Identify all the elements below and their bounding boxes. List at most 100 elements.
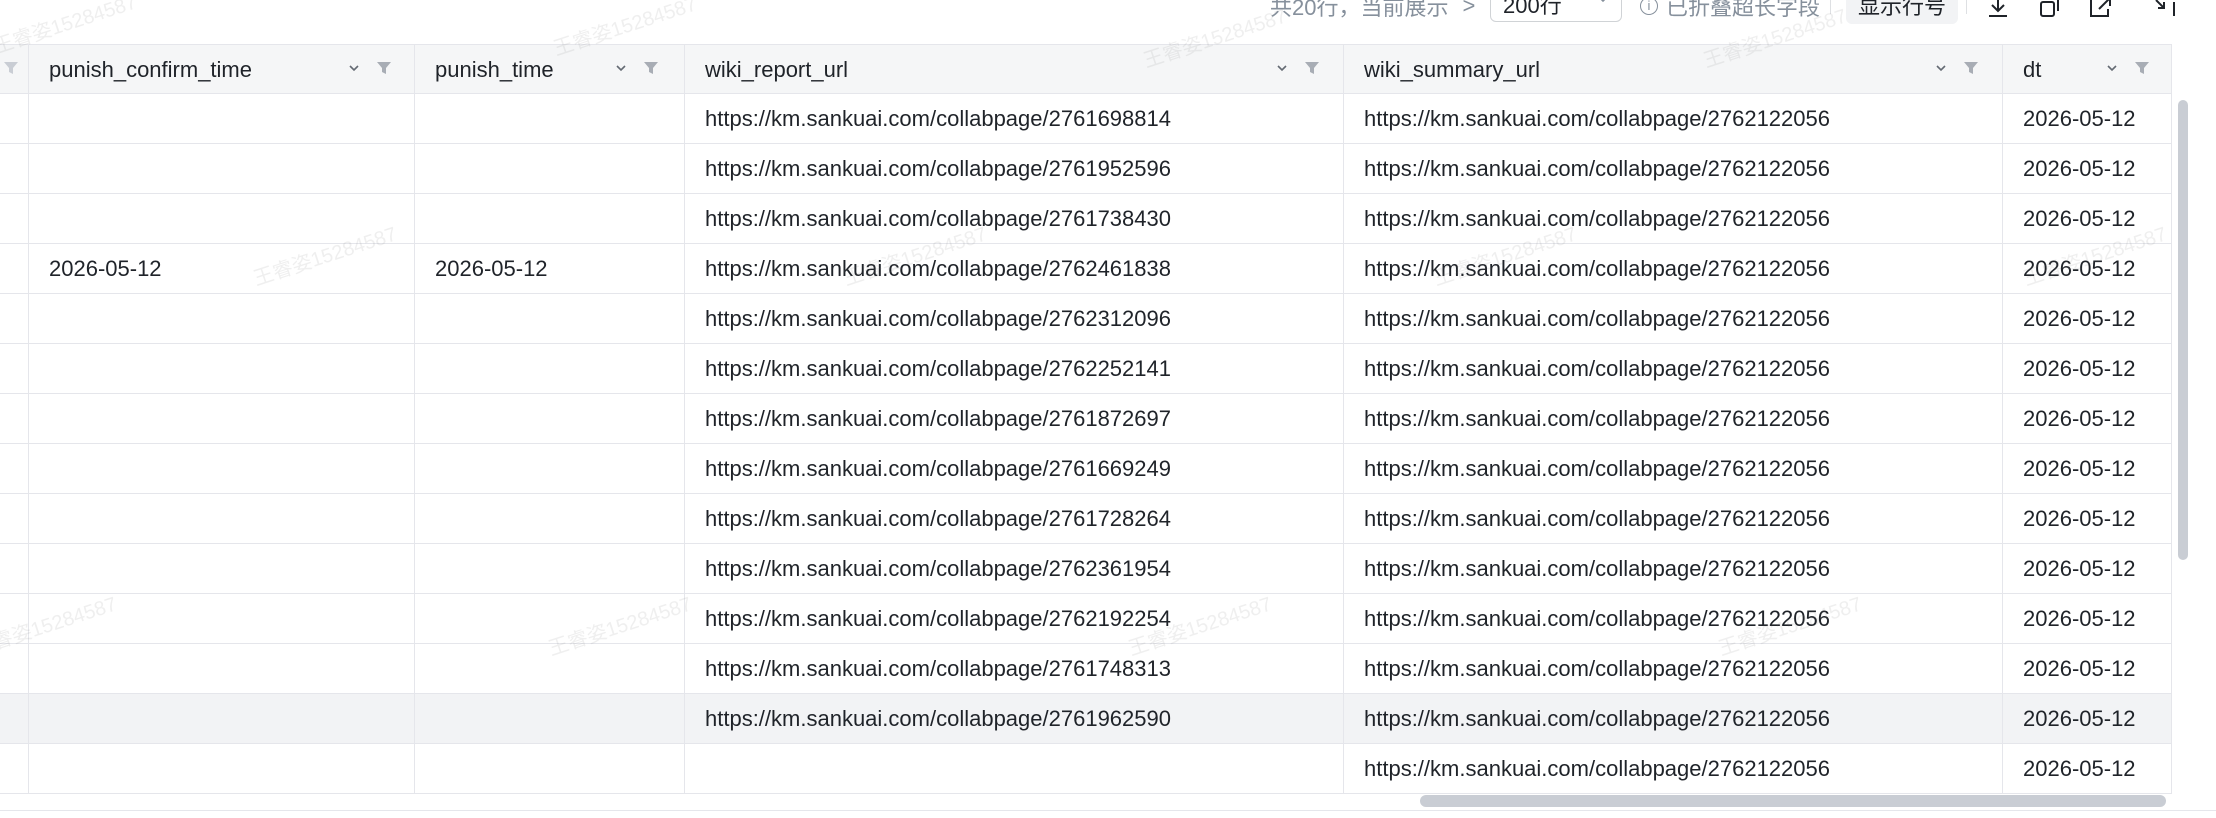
table-cell-punish-time[interactable] [415, 194, 685, 243]
filter-icon[interactable] [1303, 59, 1321, 77]
table-cell-wiki-report-url[interactable]: https://km.sankuai.com/collabpage/276246… [685, 244, 1344, 293]
table-cell-dt[interactable]: 2026-05-12 [2003, 194, 2172, 243]
table-cell-dt[interactable]: 2026-05-12 [2003, 244, 2172, 293]
table-cell-wiki-report-url[interactable]: https://km.sankuai.com/collabpage/276196… [685, 694, 1344, 743]
show-row-number-button[interactable]: 显示行号 [1846, 0, 1959, 24]
vertical-scrollbar-thumb[interactable] [2178, 100, 2188, 560]
table-cell-dt[interactable]: 2026-05-12 [2003, 494, 2172, 543]
table-cell-wiki-summary-url[interactable]: https://km.sankuai.com/collabpage/276212… [1344, 244, 2003, 293]
chevron-down-icon[interactable] [2105, 61, 2119, 75]
table-cell-punish-time[interactable] [415, 144, 685, 193]
table-cell-dt[interactable]: 2026-05-12 [2003, 444, 2172, 493]
table-cell-wiki-summary-url[interactable]: https://km.sankuai.com/collabpage/276212… [1344, 394, 2003, 443]
header-punish-confirm-time[interactable]: punish_confirm_time [29, 45, 415, 93]
table-cell-wiki-summary-url[interactable]: https://km.sankuai.com/collabpage/276212… [1344, 494, 2003, 543]
table-row[interactable]: https://km.sankuai.com/collabpage/276166… [0, 444, 2172, 494]
table-cell-punish-confirm-time[interactable] [29, 494, 415, 543]
table-cell-punish-time[interactable] [415, 544, 685, 593]
chevron-down-icon[interactable] [614, 61, 628, 75]
table-cell-punish-time[interactable]: 2026-05-12 [415, 244, 685, 293]
table-cell-wiki-summary-url[interactable]: https://km.sankuai.com/collabpage/276212… [1344, 694, 2003, 743]
table-cell-wiki-summary-url[interactable]: https://km.sankuai.com/collabpage/276212… [1344, 444, 2003, 493]
table-row[interactable]: https://km.sankuai.com/collabpage/276231… [0, 294, 2172, 344]
table-cell-wiki-summary-url[interactable]: https://km.sankuai.com/collabpage/276212… [1344, 194, 2003, 243]
table-row[interactable]: https://km.sankuai.com/collabpage/276172… [0, 494, 2172, 544]
table-cell-punish-time[interactable] [415, 694, 685, 743]
table-cell-wiki-summary-url[interactable]: https://km.sankuai.com/collabpage/276212… [1344, 144, 2003, 193]
table-cell-punish-time[interactable] [415, 494, 685, 543]
table-row[interactable]: https://km.sankuai.com/collabpage/276195… [0, 144, 2172, 194]
download-icon[interactable] [1984, 0, 2012, 22]
horizontal-scrollbar-thumb[interactable] [1420, 795, 2166, 807]
table-cell-punish-confirm-time[interactable] [29, 594, 415, 643]
table-cell-punish-confirm-time[interactable] [29, 144, 415, 193]
table-cell-punish-time[interactable] [415, 444, 685, 493]
filter-icon[interactable] [642, 59, 660, 77]
table-row[interactable]: https://km.sankuai.com/collabpage/276219… [0, 594, 2172, 644]
table-cell-punish-time[interactable] [415, 394, 685, 443]
table-cell-wiki-report-url[interactable]: https://km.sankuai.com/collabpage/276173… [685, 194, 1344, 243]
table-row[interactable]: https://km.sankuai.com/collabpage/276236… [0, 544, 2172, 594]
table-cell-punish-confirm-time[interactable]: 2026-05-12 [29, 244, 415, 293]
table-cell-wiki-report-url[interactable]: https://km.sankuai.com/collabpage/276172… [685, 494, 1344, 543]
table-cell-punish-confirm-time[interactable] [29, 544, 415, 593]
table-cell-dt[interactable]: 2026-05-12 [2003, 694, 2172, 743]
table-cell-wiki-report-url[interactable]: https://km.sankuai.com/collabpage/276166… [685, 444, 1344, 493]
table-row[interactable]: https://km.sankuai.com/collabpage/276173… [0, 194, 2172, 244]
table-cell-punish-confirm-time[interactable] [29, 194, 415, 243]
table-cell-wiki-report-url[interactable]: https://km.sankuai.com/collabpage/276174… [685, 644, 1344, 693]
table-cell-punish-confirm-time[interactable] [29, 94, 415, 143]
header-wiki-summary-url[interactable]: wiki_summary_url [1344, 45, 2003, 93]
table-cell-dt[interactable]: 2026-05-12 [2003, 644, 2172, 693]
table-cell-wiki-report-url[interactable]: https://km.sankuai.com/collabpage/276195… [685, 144, 1344, 193]
table-cell-punish-confirm-time[interactable] [29, 344, 415, 393]
table-cell-punish-confirm-time[interactable] [29, 644, 415, 693]
chevron-down-icon[interactable] [1275, 61, 1289, 75]
table-cell-wiki-report-url[interactable]: https://km.sankuai.com/collabpage/276225… [685, 344, 1344, 393]
table-cell-wiki-summary-url[interactable]: https://km.sankuai.com/collabpage/276212… [1344, 294, 2003, 343]
table-cell-wiki-report-url[interactable] [685, 744, 1344, 793]
table-row[interactable]: https://km.sankuai.com/collabpage/276187… [0, 394, 2172, 444]
table-cell-wiki-report-url[interactable]: https://km.sankuai.com/collabpage/276187… [685, 394, 1344, 443]
table-cell-wiki-report-url[interactable]: https://km.sankuai.com/collabpage/276219… [685, 594, 1344, 643]
filter-icon[interactable] [2, 59, 20, 77]
chevron-down-icon[interactable] [1934, 61, 1948, 75]
table-row[interactable]: https://km.sankuai.com/collabpage/276212… [0, 744, 2172, 794]
table-cell-wiki-report-url[interactable]: https://km.sankuai.com/collabpage/276169… [685, 94, 1344, 143]
table-cell-wiki-report-url[interactable]: https://km.sankuai.com/collabpage/276236… [685, 544, 1344, 593]
table-row[interactable]: 2026-05-12 2026-05-12 https://km.sankuai.c… [0, 244, 2172, 294]
copy-icon[interactable] [2036, 0, 2064, 22]
table-cell-dt[interactable]: 2026-05-12 [2003, 294, 2172, 343]
table-cell-wiki-summary-url[interactable]: https://km.sankuai.com/collabpage/276212… [1344, 594, 2003, 643]
chevron-down-icon[interactable] [347, 61, 361, 75]
table-cell-wiki-summary-url[interactable]: https://km.sankuai.com/collabpage/276212… [1344, 94, 2003, 143]
table-row[interactable]: https://km.sankuai.com/collabpage/276169… [0, 94, 2172, 144]
table-cell-wiki-summary-url[interactable]: https://km.sankuai.com/collabpage/276212… [1344, 544, 2003, 593]
table-cell-wiki-summary-url[interactable]: https://km.sankuai.com/collabpage/276212… [1344, 644, 2003, 693]
table-cell-wiki-report-url[interactable]: https://km.sankuai.com/collabpage/276231… [685, 294, 1344, 343]
table-cell-punish-time[interactable] [415, 594, 685, 643]
filter-icon[interactable] [2133, 59, 2151, 77]
table-cell-punish-confirm-time[interactable] [29, 744, 415, 793]
table-cell-punish-time[interactable] [415, 94, 685, 143]
table-cell-punish-time[interactable] [415, 344, 685, 393]
header-dt[interactable]: dt [2003, 45, 2172, 93]
table-cell-punish-time[interactable] [415, 744, 685, 793]
table-cell-dt[interactable]: 2026-05-12 [2003, 94, 2172, 143]
header-wiki-report-url[interactable]: wiki_report_url [685, 45, 1344, 93]
table-cell-wiki-summary-url[interactable]: https://km.sankuai.com/collabpage/276212… [1344, 344, 2003, 393]
collapse-icon[interactable] [2150, 0, 2178, 22]
table-cell-punish-confirm-time[interactable] [29, 394, 415, 443]
table-row[interactable]: https://km.sankuai.com/collabpage/276196… [0, 694, 2172, 744]
table-cell-punish-confirm-time[interactable] [29, 294, 415, 343]
table-cell-dt[interactable]: 2026-05-12 [2003, 394, 2172, 443]
table-cell-wiki-summary-url[interactable]: https://km.sankuai.com/collabpage/276212… [1344, 744, 2003, 793]
filter-icon[interactable] [1962, 59, 1980, 77]
export-icon[interactable] [2086, 0, 2114, 22]
table-cell-punish-time[interactable] [415, 644, 685, 693]
table-cell-dt[interactable]: 2026-05-12 [2003, 144, 2172, 193]
table-row[interactable]: https://km.sankuai.com/collabpage/276174… [0, 644, 2172, 694]
table-cell-punish-confirm-time[interactable] [29, 444, 415, 493]
table-cell-punish-confirm-time[interactable] [29, 694, 415, 743]
table-cell-dt[interactable]: 2026-05-12 [2003, 344, 2172, 393]
